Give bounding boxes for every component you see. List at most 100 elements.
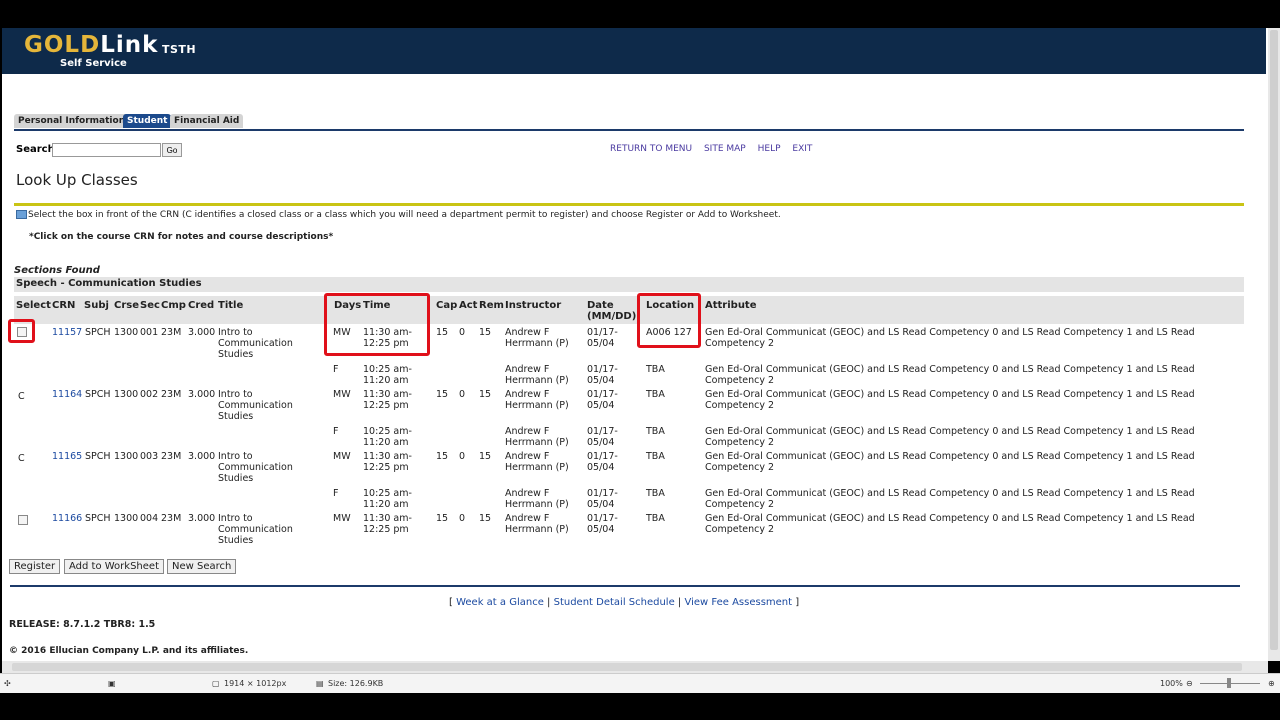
cmp-cell: 23M <box>161 451 182 462</box>
closed-indicator: C <box>18 453 25 464</box>
title-cell: Intro to Communication Studies <box>218 327 293 360</box>
annotation-days-time-box <box>324 293 430 356</box>
size-icon: ▤ <box>316 679 324 688</box>
site-map-link[interactable]: SITE MAP <box>704 144 746 154</box>
cap-cell: 15 <box>436 513 449 524</box>
attribute-cell: Gen Ed-Oral Communicat (GEOC) and LS Rea… <box>705 451 1195 473</box>
crse-cell: 1300 <box>114 327 139 338</box>
go-button[interactable]: Go <box>162 143 182 157</box>
date-cell: 01/17-05/04 <box>587 513 618 535</box>
crn-link[interactable]: 11157 <box>52 327 82 338</box>
col-instructor: Instructor <box>505 300 562 311</box>
instructor-cell: Andrew F Herrmann (P) <box>505 488 569 510</box>
subj-cell: SPCH <box>85 389 111 400</box>
search-label: Search <box>16 144 55 155</box>
days-cell: F <box>333 364 339 375</box>
page-icon: ▣ <box>108 679 116 688</box>
return-to-menu-link[interactable]: RETURN TO MENU <box>610 144 692 154</box>
location-cell: TBA <box>646 488 665 499</box>
annotation-location-box <box>637 293 701 348</box>
week-at-a-glance-link[interactable]: Week at a Glance <box>456 597 544 608</box>
col-act: Act <box>459 300 478 311</box>
cred-cell: 3.000 <box>188 389 216 400</box>
select-checkbox[interactable] <box>18 515 28 525</box>
instructor-cell: Andrew F Herrmann (P) <box>505 451 569 473</box>
col-rem: Rem <box>479 300 504 311</box>
attribute-cell: Gen Ed-Oral Communicat (GEOC) and LS Rea… <box>705 426 1195 448</box>
tab-student[interactable]: Student <box>123 114 172 128</box>
view-fee-assessment-link[interactable]: View Fee Assessment <box>684 597 792 608</box>
help-link[interactable]: HELP <box>758 144 781 154</box>
col-crse: Crse <box>114 300 140 311</box>
cap-cell: 15 <box>436 389 449 400</box>
cred-cell: 3.000 <box>188 513 216 524</box>
move-icon: ✣ <box>4 679 11 688</box>
separator: | <box>674 597 685 608</box>
zoom-in-icon[interactable]: ⊕ <box>1268 679 1275 688</box>
col-cmp: Cmp <box>161 300 186 311</box>
bottom-links: [ Week at a Glance | Student Detail Sche… <box>449 597 799 608</box>
tab-personal-information[interactable]: Personal Information <box>14 114 130 128</box>
sec-cell: 001 <box>140 327 159 338</box>
act-cell: 0 <box>459 513 466 524</box>
student-detail-schedule-link[interactable]: Student Detail Schedule <box>554 597 675 608</box>
cap-cell: 15 <box>436 451 449 462</box>
image-dimensions: 1914 × 1012px <box>224 679 287 688</box>
days-cell: F <box>333 426 339 437</box>
cap-cell: 15 <box>436 327 449 338</box>
crse-cell: 1300 <box>114 389 139 400</box>
register-button[interactable]: Register <box>9 559 61 574</box>
tab-financial-aid[interactable]: Financial Aid <box>170 114 244 128</box>
subj-cell: SPCH <box>85 327 111 338</box>
title-cell: Intro to Communication Studies <box>218 389 293 422</box>
logo-tag: TSTH <box>162 43 197 56</box>
instructor-cell: Andrew F Herrmann (P) <box>505 389 569 411</box>
zoom-slider-thumb[interactable] <box>1227 678 1231 688</box>
col-subj: Subj <box>84 300 109 311</box>
crn-link[interactable]: 11166 <box>52 513 82 524</box>
time-cell: 11:30 am-12:25 pm <box>363 389 412 411</box>
attribute-cell: Gen Ed-Oral Communicat (GEOC) and LS Rea… <box>705 327 1195 349</box>
info-icon <box>16 210 27 219</box>
date-cell: 01/17-05/04 <box>587 488 618 510</box>
crn-click-note: *Click on the course CRN for notes and c… <box>29 232 334 242</box>
horizontal-scroll-thumb[interactable] <box>12 663 1242 671</box>
col-sec: Sec <box>140 300 160 311</box>
zoom-out-icon[interactable]: ⊖ <box>1186 679 1193 688</box>
date-cell: 01/17-05/04 <box>587 451 618 473</box>
instructor-cell: Andrew F Herrmann (P) <box>505 513 569 535</box>
title-cell: Intro to Communication Studies <box>218 513 293 546</box>
vertical-scroll-thumb[interactable] <box>1270 30 1278 650</box>
info-text: Select the box in front of the CRN (C id… <box>28 210 781 220</box>
accent-divider <box>14 203 1244 206</box>
cmp-cell: 23M <box>161 513 182 524</box>
search-input[interactable] <box>52 143 161 157</box>
days-cell: MW <box>333 389 351 400</box>
file-size: Size: 126.9KB <box>328 679 384 688</box>
site-header: GOLDLink TSTH Self Service <box>2 28 1266 74</box>
zoom-level: 100% <box>1160 679 1183 688</box>
rem-cell: 15 <box>479 513 492 524</box>
col-title: Title <box>218 300 244 311</box>
date-cell: 01/17-05/04 <box>587 426 618 448</box>
new-search-button[interactable]: New Search <box>167 559 237 574</box>
crn-link[interactable]: 11164 <box>52 389 82 400</box>
logo-gold-text: GOLD <box>24 32 101 58</box>
sec-cell: 004 <box>140 513 159 524</box>
goldlink-logo: GOLDLink <box>24 32 158 58</box>
sec-cell: 003 <box>140 451 159 462</box>
crse-cell: 1300 <box>114 513 139 524</box>
add-to-worksheet-button[interactable]: Add to WorkSheet <box>64 559 164 574</box>
col-cap: Cap <box>436 300 458 311</box>
time-cell: 11:30 am-12:25 pm <box>363 513 412 535</box>
browser-page: GOLDLink TSTH Self Service Personal Info… <box>2 28 1268 661</box>
rem-cell: 15 <box>479 389 492 400</box>
act-cell: 0 <box>459 451 466 462</box>
closed-indicator: C <box>18 391 25 402</box>
col-cred: Cred <box>188 300 215 311</box>
exit-link[interactable]: EXIT <box>792 144 812 154</box>
crn-link[interactable]: 11165 <box>52 451 82 462</box>
act-cell: 0 <box>459 327 466 338</box>
rem-cell: 15 <box>479 327 492 338</box>
instructor-cell: Andrew F Herrmann (P) <box>505 364 569 386</box>
